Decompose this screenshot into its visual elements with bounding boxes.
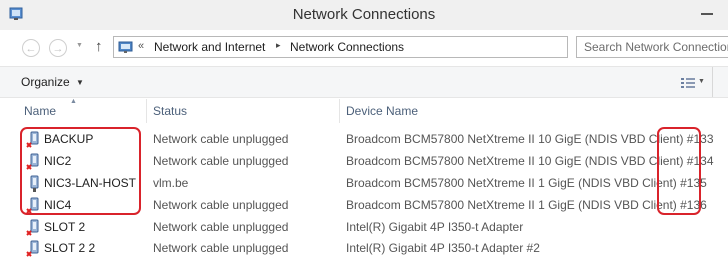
search-box[interactable] <box>576 36 728 58</box>
breadcrumb-network-connections[interactable]: Network Connections <box>290 40 404 54</box>
title-bar: Network Connections <box>0 0 728 30</box>
adapter-status: Network cable unplugged <box>153 198 289 212</box>
annotation-highlight-names <box>20 127 141 215</box>
adapter-device-name: Broadcom BCM57800 NetXtreme II 1 GigE (N… <box>346 176 707 190</box>
recent-locations-dropdown[interactable]: ▼ <box>76 42 83 49</box>
column-header-name[interactable]: Name <box>24 104 56 118</box>
adapter-status: Network cable unplugged <box>153 241 289 255</box>
command-bar: Organize ▼ ▼ <box>0 66 728 98</box>
navigation-bar: ← → ▼ ↑ « Network and Internet ▸ Network… <box>0 30 728 66</box>
network-adapter-disconnected-icon <box>26 219 39 236</box>
adapter-status: Network cable unplugged <box>153 154 289 168</box>
network-folder-icon <box>118 41 133 53</box>
minimize-button[interactable] <box>693 0 723 22</box>
organize-button[interactable]: Organize <box>21 75 70 89</box>
breadcrumb-separator-icon[interactable]: ▸ <box>276 40 281 51</box>
list-item[interactable]: SLOT 2 Network cable unplugged Intel(R) … <box>0 217 728 239</box>
forward-button[interactable]: → <box>49 39 67 57</box>
adapter-status: Network cable unplugged <box>153 132 289 146</box>
adapter-status: vlm.be <box>153 176 189 190</box>
column-header-device-name[interactable]: Device Name <box>346 104 418 118</box>
command-bar-divider <box>712 67 713 97</box>
search-input[interactable] <box>584 38 728 56</box>
list-item[interactable]: SLOT 2 2 Network cable unplugged Intel(R… <box>0 238 728 260</box>
adapter-device-name: Intel(R) Gigabit 4P I350-t Adapter #2 <box>346 241 540 255</box>
up-button[interactable]: ↑ <box>95 38 103 55</box>
change-view-icon[interactable] <box>680 76 696 90</box>
adapter-name: SLOT 2 <box>44 220 86 234</box>
adapter-device-name: Intel(R) Gigabit 4P I350-t Adapter <box>346 220 524 234</box>
address-overflow-icon[interactable]: « <box>138 40 144 52</box>
column-header-row: ▲ Name Status Device Name <box>0 98 728 123</box>
view-options-dropdown-icon[interactable]: ▼ <box>698 78 705 85</box>
window-title: Network Connections <box>292 6 436 23</box>
adapter-name: SLOT 2 2 <box>44 241 96 255</box>
column-header-status[interactable]: Status <box>153 104 187 118</box>
sort-ascending-icon: ▲ <box>70 98 77 105</box>
organize-dropdown-icon[interactable]: ▼ <box>76 78 84 87</box>
adapter-status: Network cable unplugged <box>153 220 289 234</box>
column-divider[interactable] <box>146 99 147 123</box>
network-adapter-disconnected-icon <box>26 240 39 257</box>
back-button[interactable]: ← <box>22 39 40 57</box>
annotation-highlight-instance-numbers <box>657 127 701 215</box>
adapter-device-name: Broadcom BCM57800 NetXtreme II 1 GigE (N… <box>346 198 707 212</box>
column-divider[interactable] <box>339 99 340 123</box>
address-bar[interactable]: « Network and Internet ▸ Network Connect… <box>113 36 568 58</box>
breadcrumb-network-and-internet[interactable]: Network and Internet <box>154 40 265 54</box>
